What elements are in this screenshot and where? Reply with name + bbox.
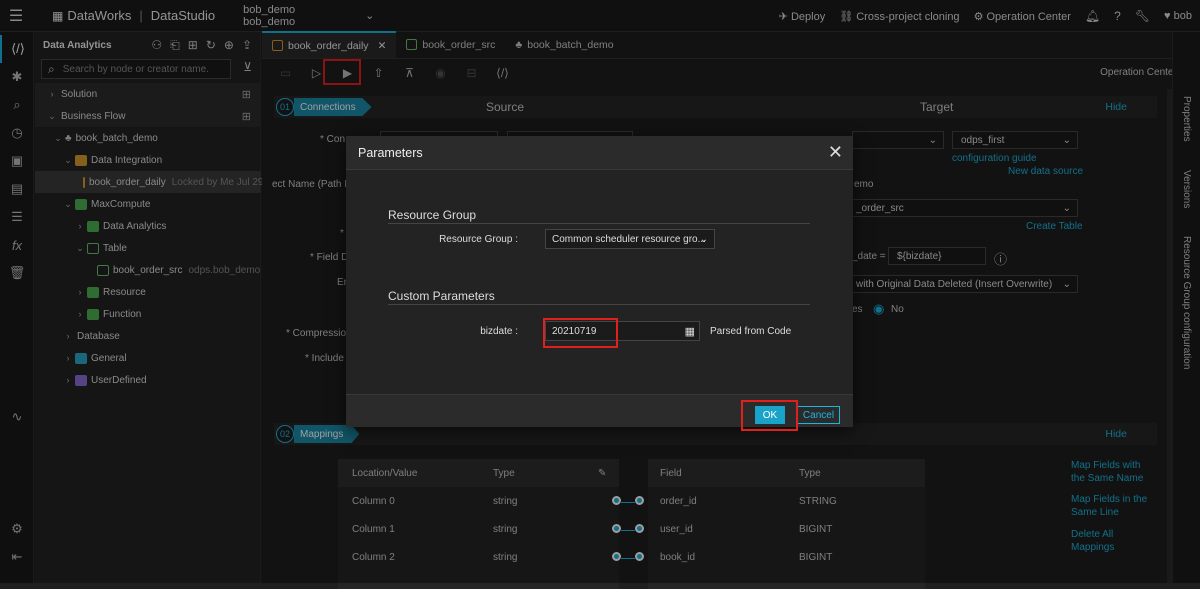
- close-icon[interactable]: ✕: [828, 142, 843, 163]
- custom-params-section-title: Custom Parameters: [388, 289, 495, 303]
- dialog-body: Resource Group Resource Group : Common s…: [346, 170, 853, 394]
- dialog-title: Parameters: [358, 145, 423, 160]
- bizdate-label: bizdate :: [480, 326, 518, 337]
- parsed-from-code-text: Parsed from Code: [710, 326, 792, 337]
- chevron-down-icon: ⌄: [699, 233, 708, 245]
- cancel-button[interactable]: Cancel: [797, 406, 840, 424]
- resource-group-label: Resource Group :: [439, 234, 518, 245]
- calendar-icon[interactable]: ▦: [685, 325, 695, 338]
- parameters-dialog: Parameters ✕ Resource Group Resource Gro…: [346, 136, 853, 427]
- divider: [388, 223, 810, 224]
- dialog-header: Parameters ✕: [346, 136, 853, 170]
- resource-group-select[interactable]: Common scheduler resource gro... ⌄: [545, 229, 715, 249]
- highlight-bizdate: [543, 318, 618, 348]
- highlight-ok-button: [741, 400, 798, 431]
- resource-group-section-title: Resource Group: [388, 208, 477, 222]
- divider: [388, 304, 810, 305]
